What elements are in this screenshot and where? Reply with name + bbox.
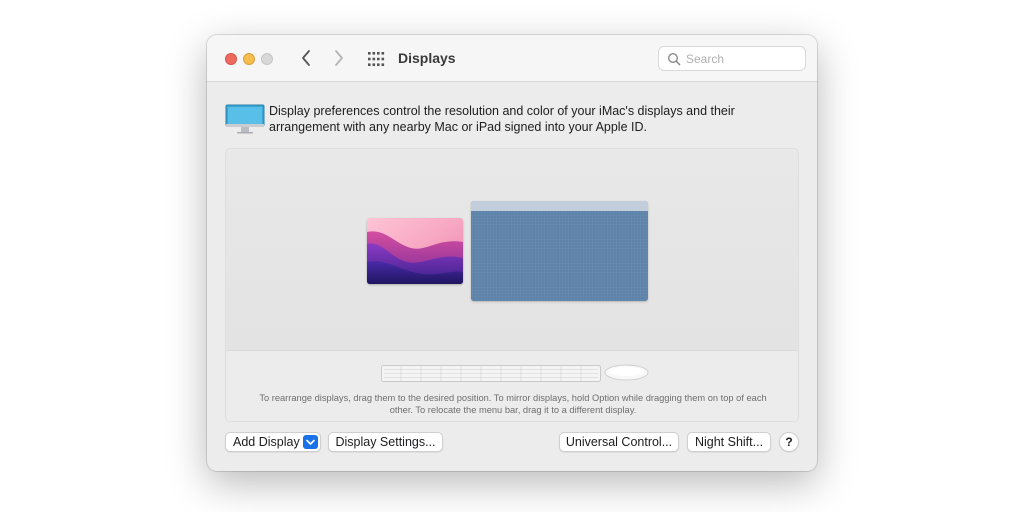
display-arrangement-area: To rearrange displays, drag them to the … bbox=[225, 148, 799, 422]
title-bar: Displays bbox=[207, 35, 817, 82]
close-button[interactable] bbox=[225, 53, 237, 65]
grid-icon[interactable] bbox=[367, 51, 385, 67]
search-field[interactable] bbox=[658, 46, 806, 71]
monterey-wallpaper bbox=[367, 218, 463, 284]
displays-window: Displays Display preferences control the… bbox=[207, 35, 817, 471]
chevron-left-icon[interactable] bbox=[299, 48, 313, 68]
display-settings-button[interactable]: Display Settings... bbox=[328, 432, 443, 452]
universal-control-button[interactable]: Universal Control... bbox=[559, 432, 679, 452]
search-icon bbox=[667, 52, 681, 66]
arrangement-hint: To rearrange displays, drag them to the … bbox=[259, 393, 767, 415]
external-display-wallpaper bbox=[471, 211, 648, 301]
add-display-button[interactable]: Add Display bbox=[225, 432, 321, 452]
keyboard-icon bbox=[381, 365, 601, 382]
night-shift-button[interactable]: Night Shift... bbox=[687, 432, 771, 452]
chevron-right-icon[interactable] bbox=[332, 48, 346, 68]
intro-description: Display preferences control the resoluti… bbox=[269, 104, 735, 134]
add-display-label: Add Display bbox=[233, 435, 300, 449]
zoom-button[interactable] bbox=[261, 53, 273, 65]
search-input[interactable] bbox=[686, 50, 801, 68]
chevron-down-icon[interactable] bbox=[303, 435, 318, 449]
arrangement-footer: To rearrange displays, drag them to the … bbox=[226, 350, 798, 421]
imac-monitor-icon bbox=[225, 104, 265, 134]
window-title: Displays bbox=[398, 50, 456, 66]
mouse-icon bbox=[604, 364, 649, 381]
menu-bar-handle[interactable] bbox=[471, 201, 648, 211]
imac-display-thumbnail[interactable] bbox=[367, 218, 463, 284]
minimize-button[interactable] bbox=[243, 53, 255, 65]
external-display-thumbnail[interactable] bbox=[471, 201, 648, 301]
help-button[interactable]: ? bbox=[779, 432, 799, 452]
